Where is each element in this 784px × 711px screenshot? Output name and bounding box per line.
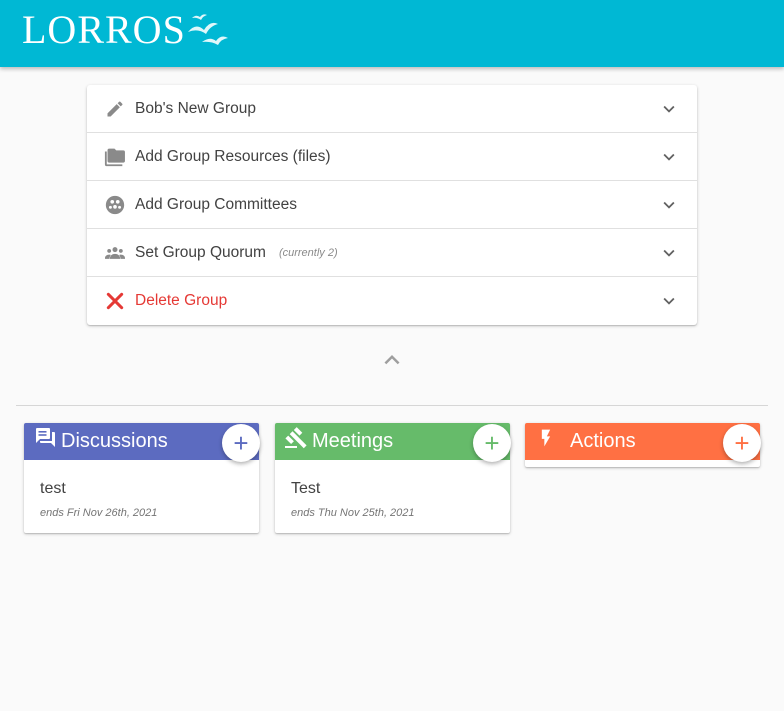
folders-icon: [103, 145, 127, 169]
people-icon: [103, 241, 127, 265]
chevron-up-icon: [384, 355, 400, 365]
discussions-card: Discussions + test ends Fri Nov 26th, 20…: [24, 423, 260, 533]
delete-group-label: Delete Group: [135, 292, 228, 309]
quorum-current-note: (currently 2): [278, 246, 338, 259]
actions-header: Actions +: [525, 423, 761, 462]
forum-icon: [33, 426, 57, 450]
committee-icon: [103, 193, 127, 217]
birds-icon: [187, 14, 228, 45]
meeting-item-title: Test: [291, 480, 321, 497]
meetings-title: Meetings: [312, 430, 394, 452]
lorros-logo[interactable]: LORROS: [22, 8, 230, 52]
plus-icon: +: [484, 428, 500, 458]
discussions-header: Discussions +: [24, 423, 260, 462]
chevron-down-icon[interactable]: [657, 193, 681, 217]
discussion-item[interactable]: test ends Fri Nov 26th, 2021: [24, 460, 259, 533]
add-meeting-button[interactable]: +: [473, 424, 511, 462]
discussions-title: Discussions: [61, 430, 168, 452]
set-quorum-row[interactable]: Set Group Quorum (currently 2): [87, 229, 697, 277]
add-committees-label: Add Group Committees: [135, 195, 297, 213]
meeting-item-end-date: ends Thu Nov 25th, 2021: [291, 507, 415, 519]
plus-icon: +: [734, 428, 750, 458]
meeting-item[interactable]: Test ends Thu Nov 25th, 2021: [275, 460, 510, 533]
actions-title: Actions: [570, 430, 636, 452]
chevron-down-icon[interactable]: [657, 97, 681, 121]
plus-icon: +: [233, 428, 249, 458]
chevron-down-icon[interactable]: [657, 289, 681, 313]
group-settings-panel: Bob's New Group Add Group Resources (fil…: [87, 85, 697, 325]
set-quorum-label: Set Group Quorum: [135, 243, 266, 261]
discussion-item-end-date: ends Fri Nov 26th, 2021: [40, 507, 158, 519]
chevron-down-icon[interactable]: [657, 241, 681, 265]
actions-card: Actions +: [525, 423, 761, 467]
close-icon: [103, 289, 127, 313]
chevron-down-icon[interactable]: [657, 145, 681, 169]
logo-text: LORROS: [22, 7, 186, 52]
add-resources-row[interactable]: Add Group Resources (files): [87, 133, 697, 181]
delete-group-row[interactable]: Delete Group: [87, 277, 697, 325]
meetings-card: Meetings + Test ends Thu Nov 25th, 2021: [275, 423, 511, 533]
collapse-panel-button[interactable]: [376, 346, 408, 374]
add-discussion-button[interactable]: +: [222, 424, 260, 462]
gavel-icon: [284, 426, 308, 450]
discussion-item-title: test: [40, 480, 66, 497]
meetings-header: Meetings +: [275, 423, 511, 462]
group-name-row[interactable]: Bob's New Group: [87, 85, 697, 133]
flash-icon: [534, 426, 558, 450]
add-resources-label: Add Group Resources (files): [135, 147, 331, 165]
section-divider: [16, 405, 768, 406]
app-header: LORROS: [0, 0, 784, 67]
add-action-button[interactable]: +: [723, 424, 761, 462]
add-committees-row[interactable]: Add Group Committees: [87, 181, 697, 229]
group-name-label: Bob's New Group: [135, 99, 256, 117]
pencil-icon: [103, 97, 127, 121]
